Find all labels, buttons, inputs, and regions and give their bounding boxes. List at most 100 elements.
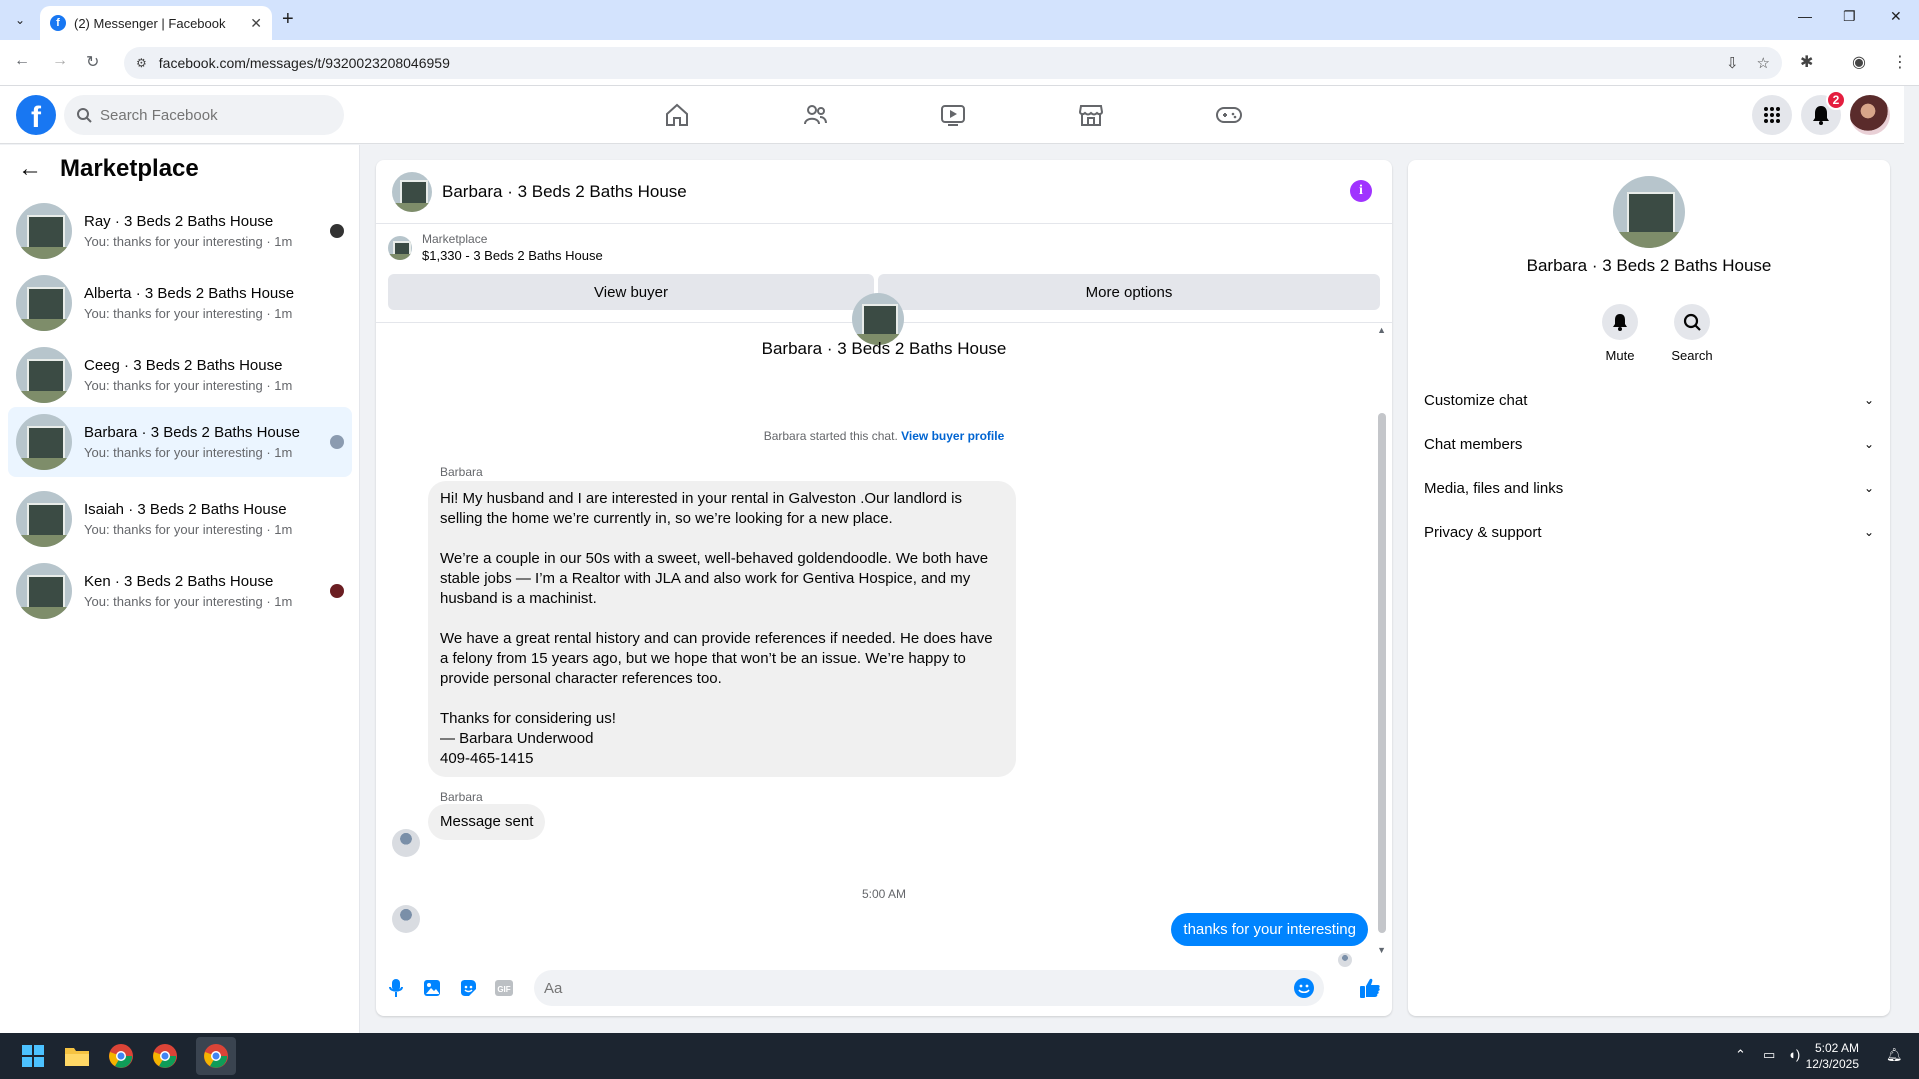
chrome-menu-icon[interactable]: ⋮ (1892, 52, 1908, 72)
conversation-item[interactable]: Ceeg · 3 Beds 2 Baths House You: thanks f… (8, 340, 352, 410)
media-files-links-section[interactable]: Media, files and links ⌄ (1424, 470, 1874, 506)
chrome-profile-icon[interactable] (150, 1041, 180, 1071)
profile-icon[interactable]: ◉ (1852, 52, 1866, 72)
network-icon[interactable]: ▭ (1763, 1047, 1775, 1063)
privacy-support-section[interactable]: Privacy & support ⌄ (1424, 514, 1874, 550)
chat-panel: Barbara · 3 Beds 2 Baths House i Marketp… (376, 160, 1392, 1016)
conversation-name: Ken · 3 Beds 2 Baths House (84, 573, 274, 590)
marketplace-sidebar: ← Marketplace Ray · 3 Beds 2 Baths House… (0, 145, 360, 1033)
listing-price-title: $1,330 - 3 Beds 2 Baths House (422, 248, 603, 263)
account-avatar[interactable] (1850, 95, 1890, 135)
windows-start-icon[interactable] (18, 1041, 48, 1071)
chat-details-panel: Barbara · 3 Beds 2 Baths House Mute Sear… (1408, 160, 1890, 1016)
photo-icon[interactable] (420, 976, 444, 1000)
message-input[interactable] (544, 979, 1264, 997)
chat-listing-avatar[interactable] (392, 171, 432, 212)
sender-name: Barbara (440, 790, 483, 804)
conversation-item[interactable]: Alberta · 3 Beds 2 Baths House You: thank… (8, 268, 352, 338)
menu-grid-icon[interactable] (1752, 95, 1792, 135)
restore-icon[interactable]: ❐ (1843, 8, 1856, 25)
sender-avatar[interactable] (392, 905, 420, 933)
minimize-icon[interactable]: — (1798, 8, 1812, 24)
thumbs-up-icon[interactable] (1358, 976, 1382, 1000)
volume-icon[interactable]: ◖) (1788, 1047, 1800, 1062)
friends-icon[interactable] (795, 100, 835, 130)
facebook-search-input[interactable] (100, 106, 300, 124)
message-paragraph: We’re a couple in our 50s with a sweet, … (440, 550, 989, 607)
read-receipt-avatar (330, 584, 344, 598)
message-input-box[interactable] (534, 970, 1324, 1006)
search-conversation-button[interactable]: Search (1662, 304, 1722, 363)
microphone-icon[interactable] (384, 976, 408, 1000)
more-options-button[interactable]: More options (878, 274, 1380, 310)
scroll-down-arrow-icon[interactable]: ▼ (1377, 945, 1386, 955)
customize-chat-section[interactable]: Customize chat ⌄ (1424, 382, 1874, 418)
mute-button[interactable]: Mute (1590, 304, 1650, 363)
tab-search-chevron-icon[interactable]: ⌄ (8, 8, 32, 32)
scroll-up-arrow-icon[interactable]: ▲ (1377, 325, 1386, 335)
gif-icon[interactable]: GIF (492, 976, 516, 1000)
chat-members-section[interactable]: Chat members ⌄ (1424, 426, 1874, 462)
view-buyer-profile-link[interactable]: View buyer profile (901, 429, 1004, 443)
emoji-icon[interactable] (1294, 978, 1314, 998)
home-icon[interactable] (657, 100, 697, 130)
sidebar-header: ← Marketplace (18, 155, 199, 183)
marketplace-label: Marketplace (422, 232, 488, 246)
view-buyer-button[interactable]: View buyer (388, 274, 874, 310)
install-app-icon[interactable]: ⇩ (1726, 54, 1739, 72)
read-receipt-avatar (330, 224, 344, 238)
site-info-icon[interactable]: ⚙ (136, 56, 147, 70)
tab-close-icon[interactable]: ✕ (250, 15, 262, 32)
address-bar[interactable]: ⚙ facebook.com/messages/t/93200232080469… (124, 47, 1782, 79)
sidebar-title: Marketplace (60, 155, 199, 182)
outgoing-message-bubble[interactable]: thanks for your interesting (1171, 913, 1368, 946)
back-arrow-icon[interactable]: ← (18, 155, 42, 183)
back-icon[interactable]: ← (14, 52, 30, 70)
listing-thumbnail (16, 347, 72, 403)
file-explorer-icon[interactable] (62, 1041, 92, 1071)
listing-summary[interactable]: Marketplace $1,330 - 3 Beds 2 Baths Hous… (388, 232, 603, 263)
listing-thumbnail (16, 275, 72, 331)
marketplace-icon[interactable] (1071, 100, 1111, 130)
facebook-logo[interactable]: f (16, 95, 56, 135)
forward-icon[interactable]: → (52, 52, 68, 70)
facebook-search[interactable] (64, 95, 344, 135)
notification-count-badge: 2 (1826, 90, 1846, 110)
sender-avatar[interactable] (392, 829, 420, 857)
new-tab-icon[interactable]: + (282, 8, 294, 31)
section-label: Chat members (1424, 435, 1523, 453)
thread-scrollbar[interactable] (1378, 413, 1386, 933)
chat-started-notice: Barbara started this chat. View buyer pr… (376, 429, 1392, 443)
details-listing-avatar[interactable] (1613, 176, 1685, 248)
incoming-message-bubble[interactable]: Message sent (428, 804, 546, 840)
chat-title[interactable]: Barbara · 3 Beds 2 Baths House (442, 182, 687, 202)
incoming-message-bubble[interactable]: Hi! My husband and I are interested in y… (428, 481, 1016, 777)
bookmark-star-icon[interactable]: ☆ (1757, 54, 1770, 72)
sticker-icon[interactable] (456, 976, 480, 1000)
message-paragraph: Hi! My husband and I are interested in y… (440, 490, 962, 527)
chrome-profile-icon[interactable] (106, 1041, 136, 1071)
reload-icon[interactable]: ↻ (86, 52, 99, 72)
tray-chevron-up-icon[interactable]: ⌃ (1735, 1047, 1746, 1063)
browser-tab[interactable]: f (2) Messenger | Facebook ✕ (40, 6, 272, 40)
page-scrollbar[interactable] (1904, 86, 1919, 1033)
chrome-active-icon[interactable] (201, 1041, 231, 1071)
sender-name: Barbara (440, 465, 483, 479)
message-paragraph: We have a great rental history and can p… (440, 630, 993, 687)
tab-title: (2) Messenger | Facebook (74, 15, 226, 31)
conversation-item-active[interactable]: Barbara · 3 Beds 2 Baths House You: thank… (8, 407, 352, 477)
taskbar-clock[interactable]: 5:02 AM 12/3/2025 (1806, 1040, 1859, 1072)
url-text[interactable]: facebook.com/messages/t/9320023208046959 (159, 55, 450, 71)
conversation-item[interactable]: Ken · 3 Beds 2 Baths House You: thanks fo… (8, 556, 352, 626)
extensions-icon[interactable]: ✱ (1800, 52, 1813, 72)
conversation-name: Isaiah · 3 Beds 2 Baths House (84, 501, 287, 518)
conversation-item[interactable]: Isaiah · 3 Beds 2 Baths House You: thanks… (8, 484, 352, 554)
info-icon[interactable]: i (1350, 180, 1372, 202)
notification-center-icon[interactable]: 🔔︎ (1886, 1047, 1903, 1063)
video-icon[interactable] (933, 100, 973, 130)
window-close-icon[interactable]: ✕ (1890, 8, 1902, 25)
conversation-preview: You: thanks for your interesting · 1m (84, 378, 293, 393)
clock-date: 12/3/2025 (1805, 1057, 1859, 1071)
conversation-item[interactable]: Ray · 3 Beds 2 Baths House You: thanks fo… (8, 196, 352, 266)
gaming-icon[interactable] (1209, 100, 1249, 130)
